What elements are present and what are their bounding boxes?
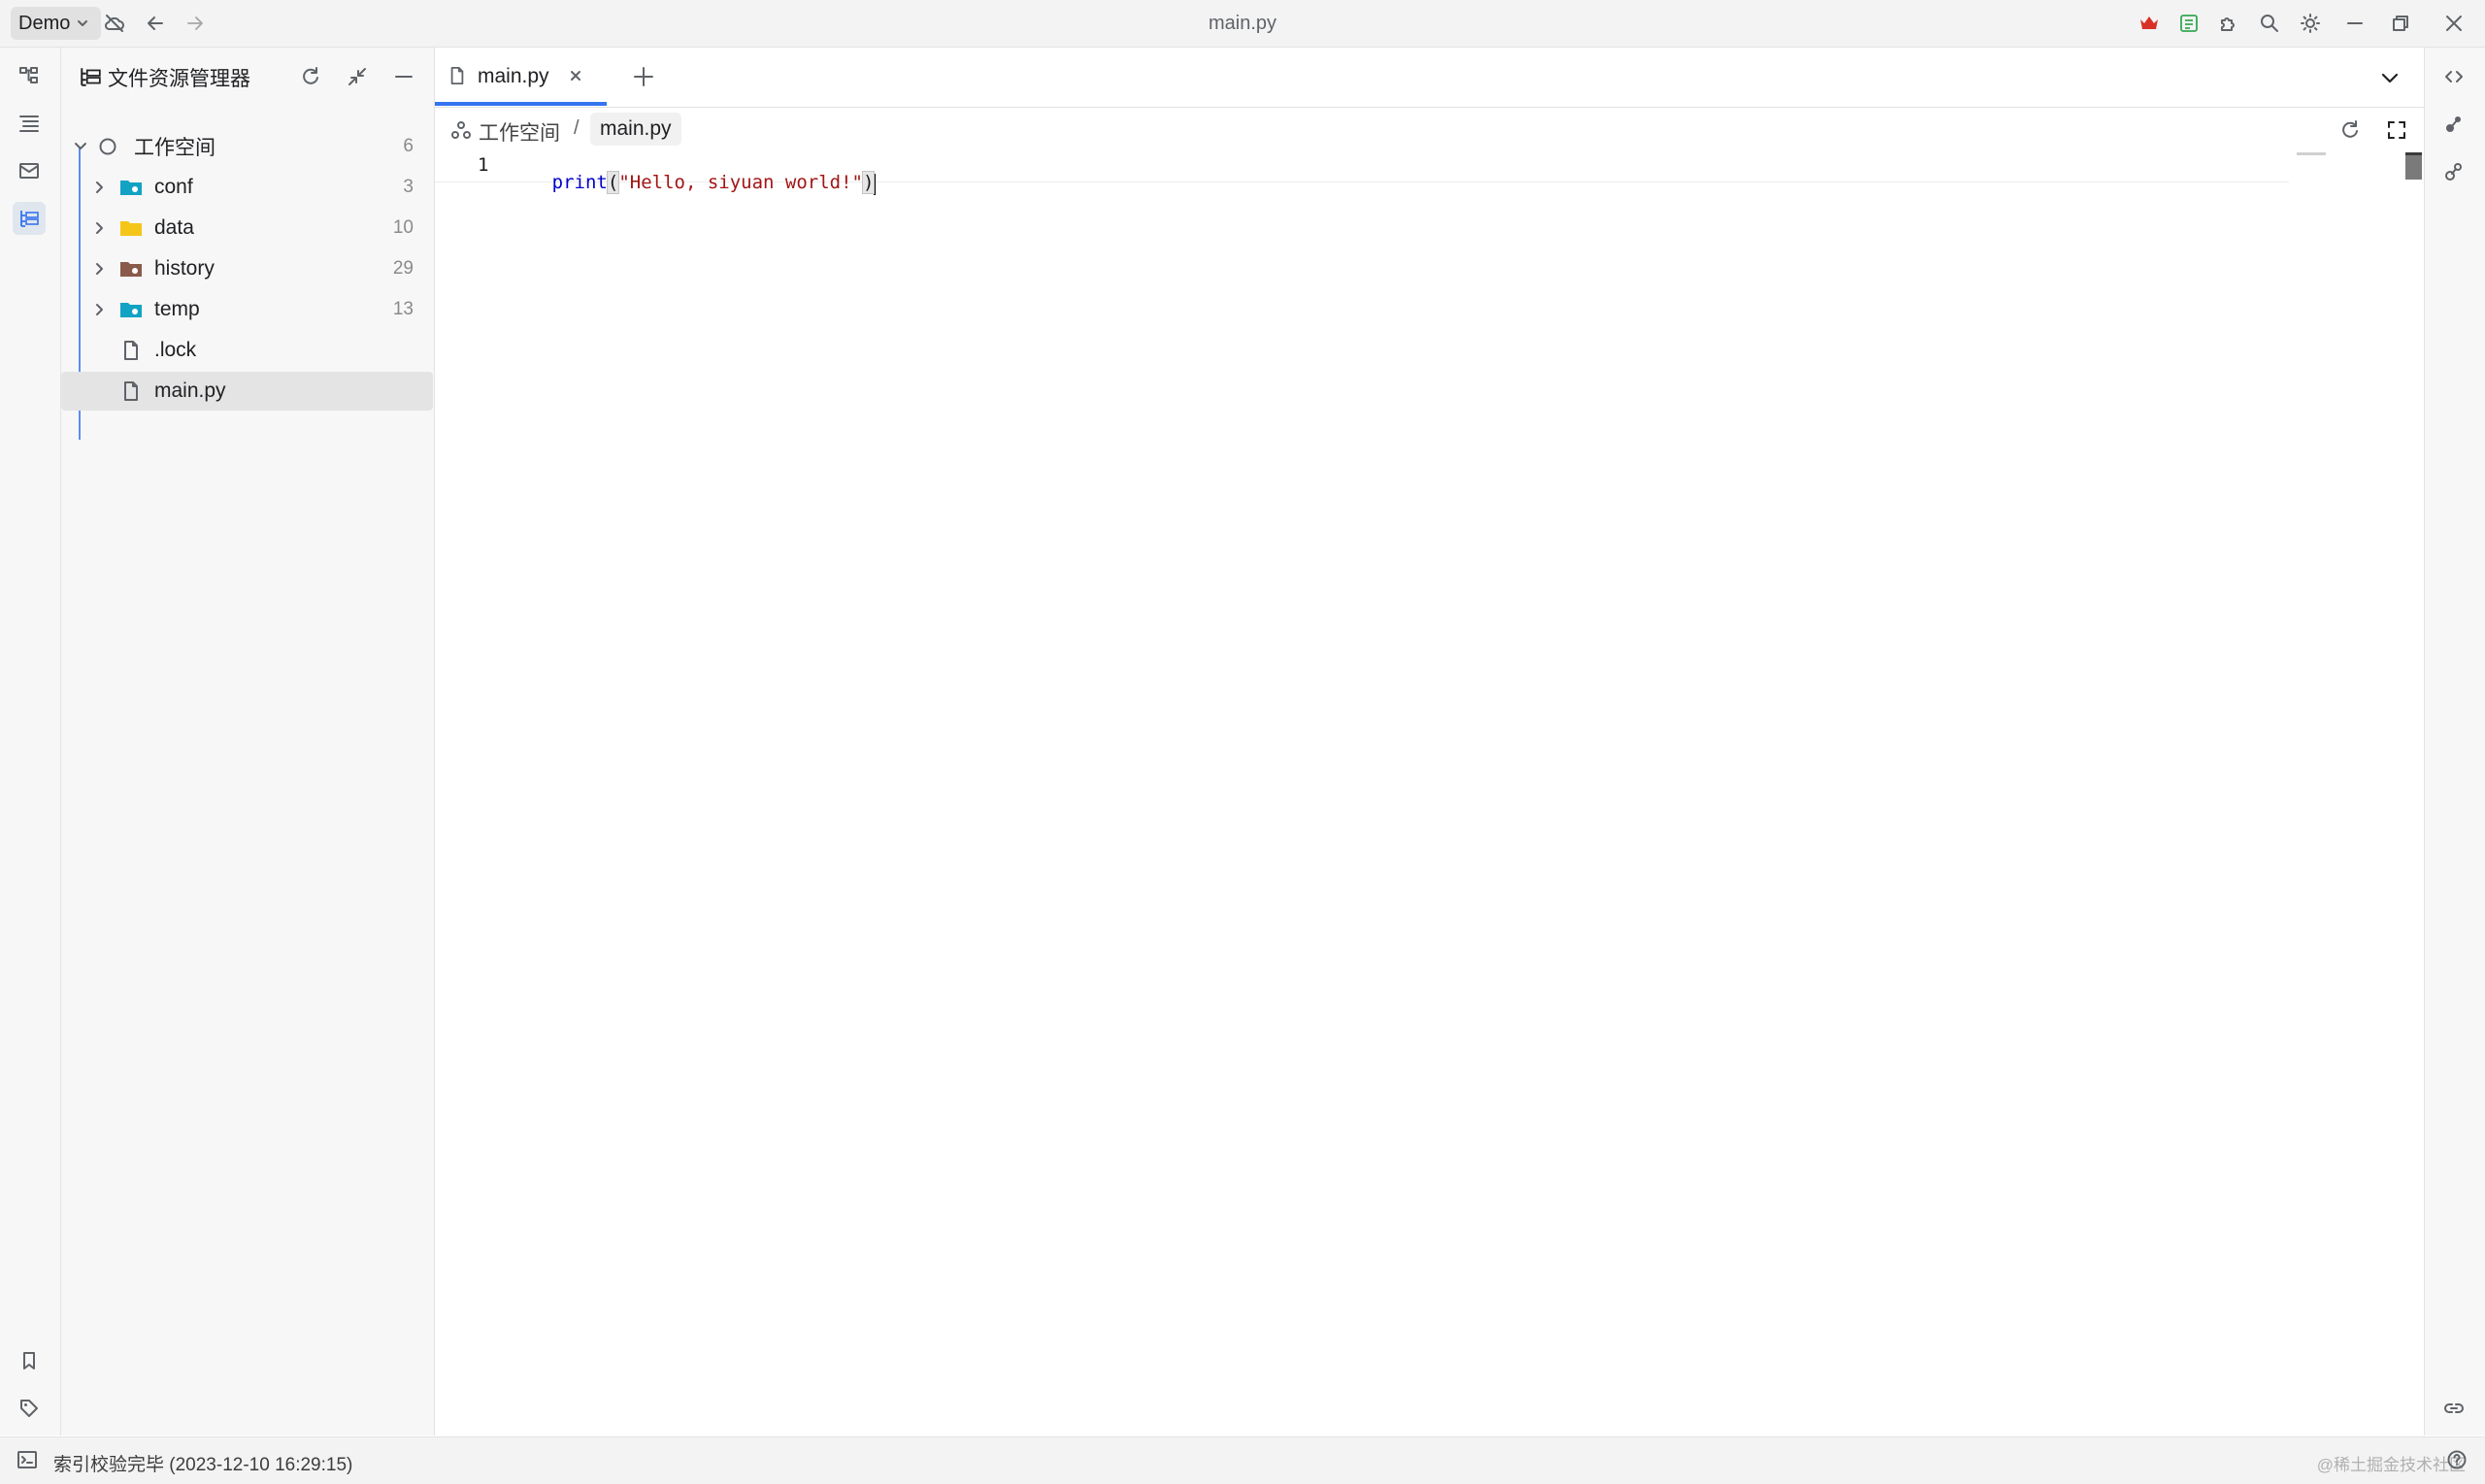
code-line[interactable]: 1 print("Hello, siyuan world!") (435, 152, 2289, 195)
backlink-icon[interactable] (2437, 1392, 2470, 1425)
plugin-market-icon[interactable] (2175, 10, 2203, 37)
code-string: "Hello, siyuan world!" (618, 172, 863, 193)
breadcrumb-current[interactable]: main.py (590, 113, 681, 146)
file-icon (121, 380, 141, 402)
dock-toggle-icon[interactable] (17, 1449, 38, 1470)
fullscreen-icon[interactable] (2385, 118, 2408, 142)
tree-root-workspace[interactable]: 工作空间 6 (61, 127, 433, 166)
tree-item-main-py[interactable]: main.py (61, 372, 433, 411)
file-tree-icon (79, 65, 102, 88)
crown-icon[interactable] (2136, 10, 2163, 37)
code-bracket-open: ( (606, 171, 620, 194)
code-function: print (551, 172, 608, 193)
breadcrumb-separator: / (574, 117, 580, 139)
help-icon[interactable] (2446, 1449, 2468, 1470)
tree-item-count: 29 (392, 258, 414, 279)
title-bar: Demo main.py (0, 0, 2485, 48)
tree-item-label: main.py (154, 379, 226, 402)
tree-item-data[interactable]: data 10 (61, 209, 433, 247)
folder-icon (119, 178, 143, 197)
tree-item-conf[interactable]: conf 3 (61, 168, 433, 207)
sun-icon[interactable] (2297, 10, 2324, 37)
tag-icon[interactable] (13, 1392, 46, 1425)
breadcrumb-root[interactable]: 工作空间 (479, 117, 560, 147)
minimize-panel-icon[interactable] (392, 65, 415, 88)
cloud-off-icon[interactable] (101, 10, 128, 37)
panel-title: 文件资源管理器 (108, 68, 250, 90)
tree-item-label: data (154, 216, 194, 239)
inbox-icon[interactable] (13, 154, 46, 187)
folder-icon (119, 300, 143, 319)
status-bar: 索引校验完毕 (2023-12-10 16:29:15) @稀土掘金技术社区 (0, 1436, 2485, 1484)
refresh-icon[interactable] (299, 65, 322, 88)
tree-item-label: .lock (154, 339, 197, 361)
global-graph-icon[interactable] (2437, 155, 2470, 188)
window-title: main.py (1208, 13, 1277, 34)
file-icon (121, 340, 141, 361)
breadcrumb: 工作空间 / main.py (435, 108, 2424, 152)
bookmark-icon[interactable] (13, 1344, 46, 1377)
tree-item-label: history (154, 257, 215, 280)
tab-main-py[interactable]: main.py (435, 48, 607, 106)
minimap[interactable] (2297, 152, 2326, 155)
puzzle-icon[interactable] (2215, 10, 2242, 37)
chevron-right-icon[interactable] (90, 178, 110, 197)
scrollbar-indicator (2405, 152, 2422, 155)
file-tree-icon[interactable] (13, 202, 46, 235)
text-cursor (874, 173, 877, 195)
tree-item-lock[interactable]: .lock (61, 331, 433, 370)
line-number: 1 (478, 154, 489, 176)
graph-icon[interactable] (2437, 108, 2470, 141)
tree-item-count: 10 (392, 217, 414, 238)
watermark: @稀土掘金技术社区 (2316, 1456, 2466, 1474)
tree-item-label: conf (154, 176, 193, 198)
chevron-down-icon[interactable] (2378, 66, 2402, 89)
structure-icon[interactable] (13, 59, 46, 92)
left-dock (0, 48, 61, 1435)
workspace-node-icon (450, 119, 472, 141)
tab-label: main.py (478, 65, 549, 87)
tree-root-label: 工作空间 (134, 137, 215, 159)
tree-item-count: 3 (403, 177, 414, 197)
file-explorer-panel: 文件资源管理器 工作空间 6 conf 3 data 10 history 29… (61, 48, 435, 1435)
right-dock (2424, 48, 2485, 1435)
add-tab-icon[interactable] (631, 64, 656, 89)
minimize-icon[interactable] (2341, 10, 2369, 37)
code-editor[interactable]: 1 print("Hello, siyuan world!") (435, 152, 2424, 1435)
tree-root-count: 6 (403, 136, 414, 156)
search-icon[interactable] (2256, 10, 2283, 37)
back-arrow-icon[interactable] (142, 10, 169, 37)
forward-arrow-icon[interactable] (182, 10, 209, 37)
chevron-down-icon[interactable] (71, 137, 90, 156)
close-icon[interactable] (2440, 10, 2468, 37)
outline-icon[interactable] (13, 107, 46, 140)
code-icon[interactable] (2437, 60, 2470, 93)
tree-item-label: temp (154, 298, 200, 320)
code-content[interactable]: print("Hello, siyuan world!") (526, 154, 877, 213)
chevron-right-icon[interactable] (90, 259, 110, 279)
folder-icon (119, 259, 143, 279)
status-message: 索引校验完毕 (2023-12-10 16:29:15) (53, 1455, 353, 1475)
workspace-name: Demo (18, 12, 71, 34)
tree-item-count: 13 (392, 299, 414, 319)
restore-icon[interactable] (2387, 10, 2414, 37)
folder-icon (119, 218, 143, 238)
scrollbar-thumb[interactable] (2405, 152, 2422, 180)
file-explorer-header: 文件资源管理器 (61, 48, 434, 106)
workspace-switcher[interactable]: Demo (11, 7, 102, 40)
circle-icon (98, 137, 117, 156)
refresh-icon[interactable] (2338, 118, 2362, 142)
collapse-all-icon[interactable] (346, 65, 369, 88)
tree-item-temp[interactable]: temp 13 (61, 290, 433, 329)
close-tab-icon[interactable] (567, 67, 584, 84)
file-icon (448, 66, 466, 85)
code-bracket-close: ) (861, 171, 876, 194)
chevron-down-icon (76, 16, 89, 30)
chevron-right-icon[interactable] (90, 218, 110, 238)
editor-tab-bar: main.py (435, 48, 2424, 108)
chevron-right-icon[interactable] (90, 300, 110, 319)
tree-item-history[interactable]: history 29 (61, 249, 433, 288)
